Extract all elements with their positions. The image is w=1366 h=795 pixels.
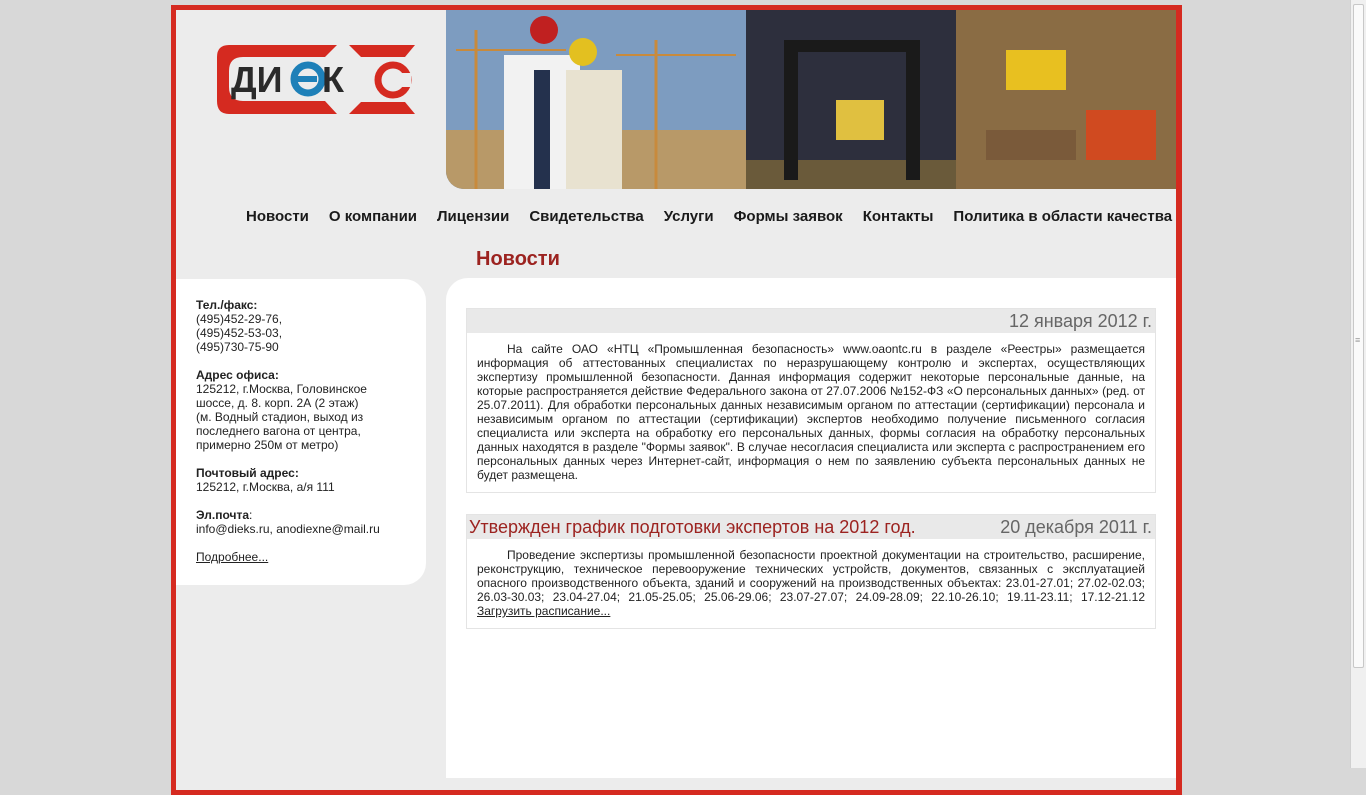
news-date: 20 декабря 2011 г. <box>1000 517 1152 537</box>
address-line: примерно 250м от метро) <box>196 438 339 452</box>
email-addresses: info@dieks.ru, anodiexne@mail.ru <box>196 522 380 536</box>
scrollbar-grip-icon: ≡ <box>1355 335 1361 345</box>
nav-news[interactable]: Новости <box>236 208 319 228</box>
more-link[interactable]: Подробнее... <box>196 550 268 564</box>
nav-services[interactable]: Услуги <box>654 208 724 228</box>
nav-request-forms[interactable]: Формы заявок <box>724 208 853 228</box>
phone-label: Тел./факс: <box>196 298 258 312</box>
postal-label: Почтовый адрес: <box>196 466 299 480</box>
email-colon: : <box>249 508 253 522</box>
nav-quality-policy[interactable]: Политика в области качества <box>943 208 1182 228</box>
more-block: Подробнее... <box>196 550 426 564</box>
address-line: 125212, г.Москва, Головинское <box>196 382 367 396</box>
news-date: 12 января 2012 г. <box>1008 311 1152 331</box>
address-line: (м. Водный стадион, выход из <box>196 410 364 424</box>
news-header: Утвержден график подготовки экспертов на… <box>467 515 1155 539</box>
site-logo[interactable]: ДИ К <box>215 43 419 116</box>
news-item: Утвержден график подготовки экспертов на… <box>466 514 1156 629</box>
office-address-block: Адрес офиса: 125212, г.Москва, Головинск… <box>196 368 426 452</box>
svg-text:К: К <box>322 59 345 100</box>
nav-certificates[interactable]: Свидетельства <box>519 208 653 228</box>
contact-sidebar: Тел./факс: (495)452-29-76, (495)452-53-0… <box>176 279 426 585</box>
phone-number: (495)452-29-76, <box>196 312 283 326</box>
news-title[interactable]: Утвержден график подготовки экспертов на… <box>469 517 916 538</box>
download-schedule-link[interactable]: Загрузить расписание... <box>477 604 610 618</box>
page-title: Новости <box>476 248 560 270</box>
nav-contacts[interactable]: Контакты <box>853 208 944 228</box>
main-nav: Новости О компании Лицензии Свидетельств… <box>236 208 1182 228</box>
postal-address: 125212, г.Москва, а/я 111 <box>196 480 335 494</box>
office-label: Адрес офиса: <box>196 368 279 382</box>
news-header: 12 января 2012 г. <box>467 309 1155 333</box>
news-body: На сайте ОАО «НТЦ «Промышленная безопасн… <box>467 333 1155 492</box>
phone-block: Тел./факс: (495)452-29-76, (495)452-53-0… <box>196 298 426 354</box>
phone-number: (495)730-75-90 <box>196 340 279 354</box>
news-body: Проведение экспертизы промышленной безоп… <box>467 539 1155 628</box>
header-banner-image <box>446 10 1176 189</box>
email-label: Эл.почта <box>196 508 249 522</box>
page-scrollbar[interactable]: ≡ <box>1350 0 1366 768</box>
address-line: последнего вагона от центра, <box>196 424 361 438</box>
nav-licenses[interactable]: Лицензии <box>427 208 519 228</box>
email-block: Эл.почта: info@dieks.ru, anodiexne@mail.… <box>196 508 426 536</box>
nav-about[interactable]: О компании <box>319 208 427 228</box>
news-text: На сайте ОАО «НТЦ «Промышленная безопасн… <box>477 342 1145 482</box>
news-item: 12 января 2012 г. На сайте ОАО «НТЦ «Про… <box>466 308 1156 493</box>
phone-number: (495)452-53-03, <box>196 326 283 340</box>
address-line: шоссе, д. 8. корп. 2А (2 этаж) <box>196 396 359 410</box>
news-text: Проведение экспертизы промышленной безоп… <box>477 548 1145 604</box>
postal-address-block: Почтовый адрес: 125212, г.Москва, а/я 11… <box>196 466 426 494</box>
svg-text:ДИ: ДИ <box>231 59 283 100</box>
